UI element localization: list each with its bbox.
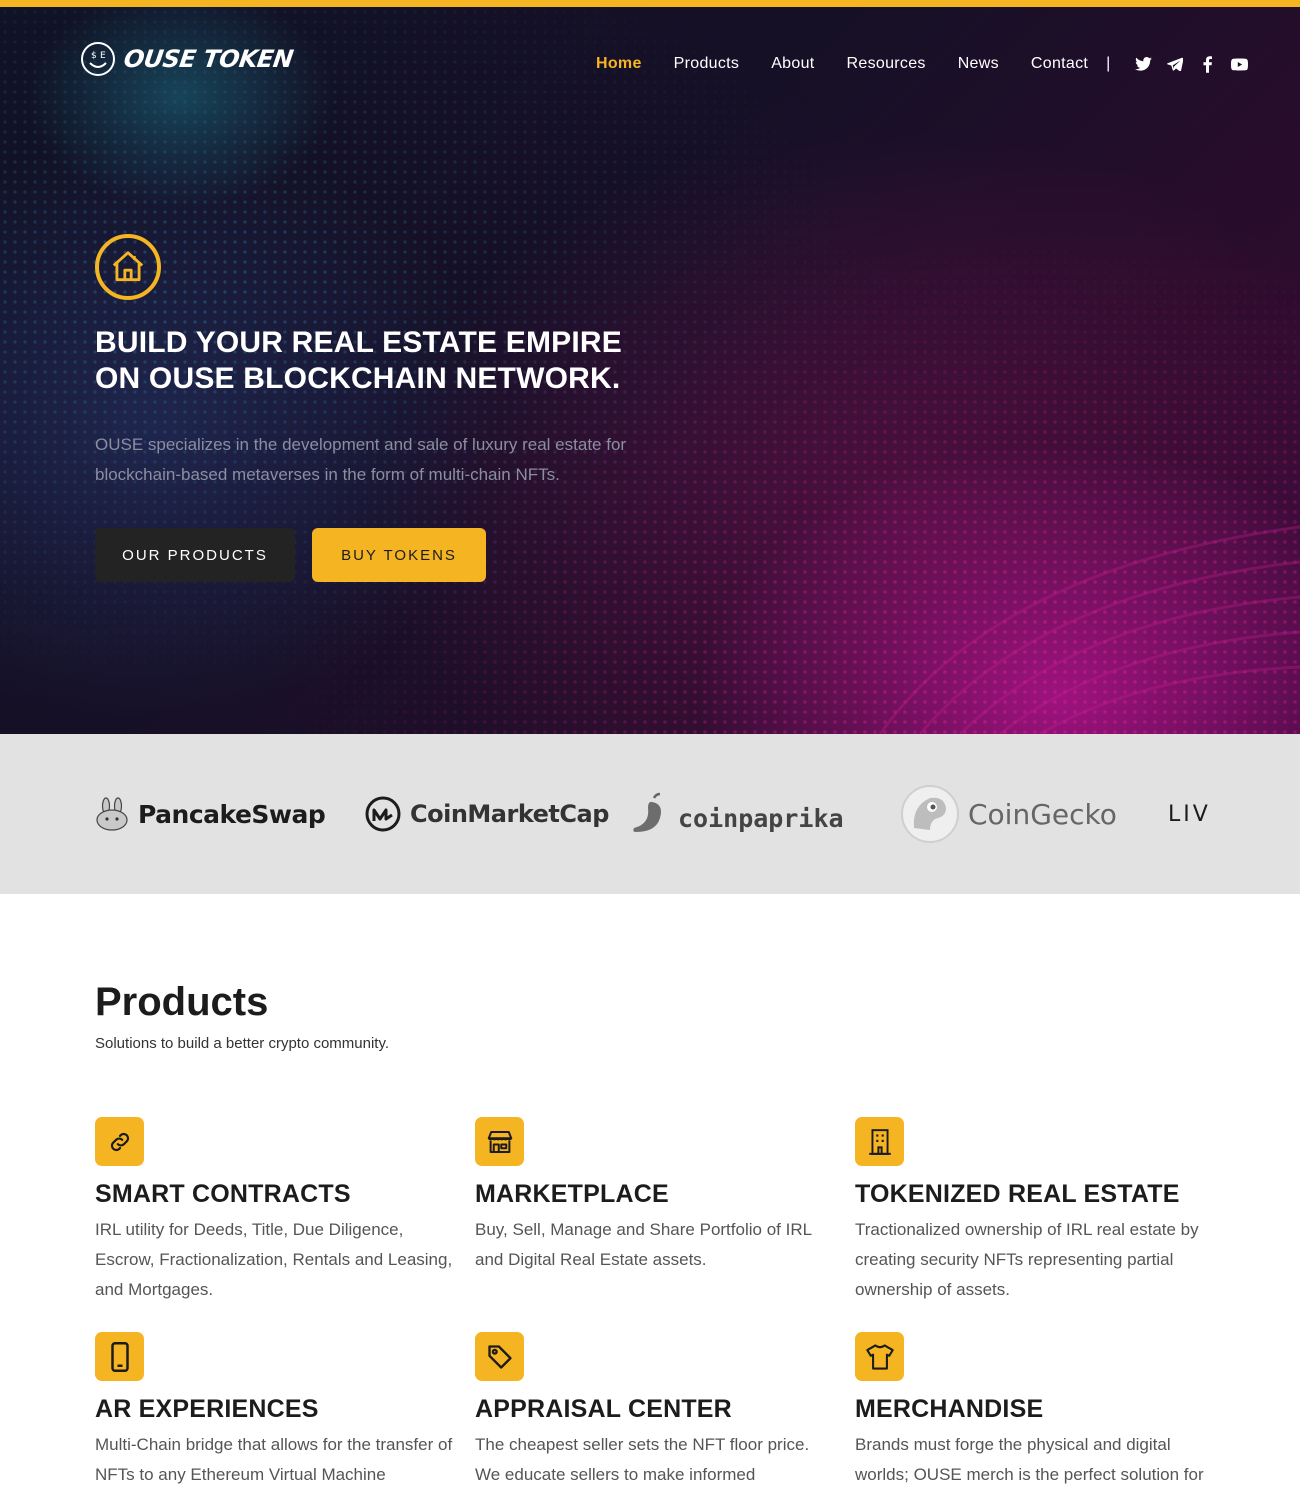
- products-subtitle: Solutions to build a better crypto commu…: [95, 1035, 390, 1052]
- partner-coingecko[interactable]: CoinGecko: [900, 782, 1117, 846]
- buy-tokens-button[interactable]: BUY TOKENS: [312, 528, 486, 582]
- product-card-merchandise: MERCHANDISE Brands must forge the physic…: [855, 1332, 1215, 1488]
- bunny-logo-icon: [96, 797, 128, 831]
- product-card-appraisal-center: APPRAISAL CENTER The cheapest seller set…: [475, 1332, 835, 1488]
- partner-name: CoinMarketCap: [410, 800, 609, 828]
- card-text: Brands must forge the physical and digit…: [855, 1435, 1204, 1484]
- product-card-ar-experiences: AR EXPERIENCES Multi-Chain bridge that a…: [95, 1332, 455, 1488]
- card-title: MERCHANDISE: [855, 1395, 1044, 1423]
- home-icon: [95, 234, 161, 300]
- card-title: AR EXPERIENCES: [95, 1395, 319, 1423]
- svg-text:$: $: [91, 51, 97, 61]
- partner-pancakeswap[interactable]: PancakeSwap: [94, 782, 326, 846]
- products-heading: Products: [95, 980, 269, 1024]
- product-card-marketplace: MARKETPLACE Buy, Sell, Manage and Share …: [475, 1117, 835, 1275]
- brand-name: OUSE TOKEN: [122, 45, 295, 73]
- twitter-icon[interactable]: [1134, 55, 1152, 73]
- card-text: IRL utility for Deeds, Title, Due Dilige…: [95, 1220, 453, 1299]
- partner-liv[interactable]: LIV: [1168, 782, 1211, 846]
- hero-description: OUSE specializes in the development and …: [95, 435, 627, 484]
- card-text: Tractionalized ownership of IRL real est…: [855, 1220, 1199, 1299]
- partner-name: LIV: [1168, 801, 1211, 827]
- nav-contact[interactable]: Contact: [1031, 55, 1088, 73]
- coinmarketcap-logo-icon: [365, 796, 401, 832]
- card-text: Buy, Sell, Manage and Share Portfolio of…: [475, 1220, 812, 1269]
- youtube-icon[interactable]: [1230, 55, 1248, 73]
- nav-products[interactable]: Products: [674, 55, 740, 73]
- card-title: SMART CONTRACTS: [95, 1180, 351, 1208]
- partner-name: coinpaprika: [678, 803, 844, 833]
- nav-news[interactable]: News: [958, 55, 999, 73]
- svg-text:E: E: [100, 51, 106, 61]
- social-links: [1120, 55, 1248, 73]
- card-text: The cheapest seller sets the NFT floor p…: [475, 1435, 810, 1484]
- partners-strip: PancakeSwap CoinMarketCap coinpaprika Co…: [0, 734, 1300, 894]
- our-products-button[interactable]: OUR PRODUCTS: [95, 528, 295, 582]
- card-text: Multi-Chain bridge that allows for the t…: [95, 1435, 453, 1484]
- smiley-logo-icon: $ E: [81, 42, 115, 76]
- brand-logo[interactable]: $ E OUSE TOKEN: [80, 37, 295, 81]
- nav-separator: |: [1106, 55, 1111, 72]
- top-accent-bar: [0, 0, 1300, 7]
- hero-section: $ E OUSE TOKEN Home Products About Resou…: [0, 7, 1300, 734]
- shirt-icon: [855, 1332, 904, 1381]
- partner-name: CoinGecko: [968, 797, 1117, 831]
- nav-about[interactable]: About: [771, 55, 814, 73]
- card-title: APPRAISAL CENTER: [475, 1395, 732, 1423]
- card-title: TOKENIZED REAL ESTATE: [855, 1180, 1180, 1208]
- store-icon: [475, 1117, 524, 1166]
- hero-title: BUILD YOUR REAL ESTATE EMPIRE ON OUSE BL…: [95, 325, 715, 397]
- nav-home[interactable]: Home: [596, 55, 642, 73]
- building-icon: [855, 1117, 904, 1166]
- product-card-tokenized-real-estate: TOKENIZED REAL ESTATE Tractionalized own…: [855, 1117, 1215, 1305]
- partner-coinmarketcap[interactable]: CoinMarketCap: [364, 782, 609, 846]
- tag-icon: [475, 1332, 524, 1381]
- link-icon: [95, 1117, 144, 1166]
- product-card-smart-contracts: SMART CONTRACTS IRL utility for Deeds, T…: [95, 1117, 455, 1305]
- gecko-logo-icon: [901, 785, 959, 843]
- partner-name: PancakeSwap: [138, 799, 326, 829]
- mobile-icon: [95, 1332, 144, 1381]
- pepper-logo-icon: [633, 792, 661, 832]
- hero-title-line-2: ON OUSE BLOCKCHAIN NETWORK.: [95, 362, 621, 395]
- card-title: MARKETPLACE: [475, 1180, 669, 1208]
- partner-coinpaprika[interactable]: coinpaprika: [630, 782, 844, 846]
- main-nav: Home Products About Resources News Conta…: [596, 53, 1248, 75]
- facebook-icon[interactable]: [1198, 55, 1216, 73]
- hero-title-line-1: BUILD YOUR REAL ESTATE EMPIRE: [95, 326, 622, 359]
- nav-resources[interactable]: Resources: [847, 55, 926, 73]
- telegram-icon[interactable]: [1166, 55, 1184, 73]
